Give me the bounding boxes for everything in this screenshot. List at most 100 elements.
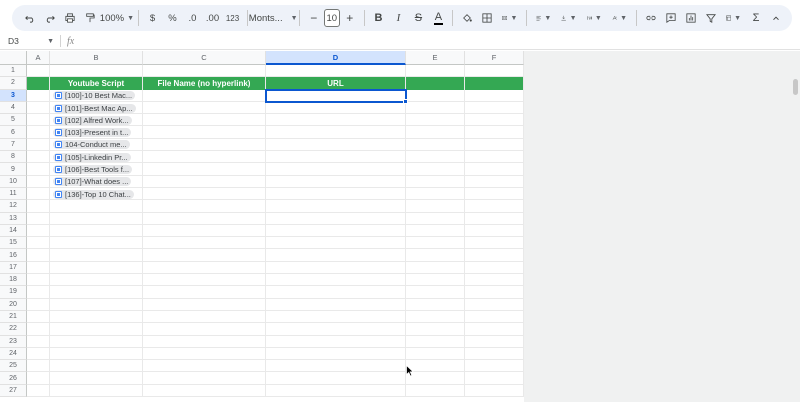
cell[interactable] [27, 138, 50, 152]
cell[interactable] [406, 384, 465, 398]
row-header[interactable]: 10 [0, 175, 27, 188]
cell[interactable] [266, 347, 406, 361]
cell[interactable] [406, 114, 465, 127]
cell[interactable] [465, 323, 524, 336]
cell[interactable] [50, 298, 143, 311]
row-header[interactable]: 8 [0, 151, 27, 164]
cell[interactable] [50, 261, 143, 275]
merge-cells-icon[interactable]: ▼ [499, 8, 520, 28]
cell[interactable] [406, 212, 465, 225]
cell[interactable] [266, 360, 406, 373]
cell[interactable] [143, 323, 266, 336]
borders-icon[interactable] [479, 8, 495, 28]
cell[interactable] [465, 286, 524, 299]
cell[interactable] [406, 151, 465, 164]
cell[interactable] [266, 310, 406, 324]
cell[interactable] [143, 335, 266, 348]
cell[interactable] [465, 347, 524, 361]
cell[interactable] [406, 372, 465, 385]
cell[interactable] [143, 65, 266, 78]
cell[interactable] [27, 249, 50, 262]
cell[interactable] [465, 360, 524, 373]
cell[interactable]: [100]-10 Best Mac... [50, 89, 143, 102]
cell[interactable] [27, 101, 50, 115]
cell[interactable] [465, 384, 524, 398]
cell[interactable] [266, 175, 406, 188]
horizontal-align-icon[interactable]: ▼ [533, 8, 554, 28]
cell[interactable] [266, 298, 406, 311]
cell[interactable] [406, 224, 465, 238]
print-icon[interactable] [62, 8, 78, 28]
file-smart-chip[interactable]: [105]-Linkedin Pr... [53, 152, 131, 162]
cell[interactable] [50, 224, 143, 238]
cell[interactable] [27, 175, 50, 188]
cell[interactable] [465, 151, 524, 164]
strikethrough-button[interactable]: S [410, 8, 426, 28]
cell[interactable] [143, 384, 266, 398]
column-header-e[interactable]: E [406, 51, 465, 65]
column-header-d[interactable]: D [266, 51, 406, 65]
cell[interactable]: [105]-Linkedin Pr... [50, 151, 143, 164]
cell[interactable] [50, 323, 143, 336]
row-header[interactable]: 19 [0, 286, 27, 299]
cell[interactable] [406, 347, 465, 361]
bold-button[interactable]: B [370, 8, 386, 28]
cell[interactable] [143, 347, 266, 361]
cell[interactable] [266, 200, 406, 213]
redo-icon[interactable] [42, 8, 58, 28]
cell[interactable] [143, 372, 266, 385]
cell[interactable] [465, 89, 524, 102]
cell[interactable] [50, 212, 143, 225]
file-smart-chip[interactable]: [103]-Present in t... [53, 128, 132, 138]
cell[interactable] [143, 298, 266, 311]
cell[interactable] [406, 237, 465, 250]
row-header[interactable]: 6 [0, 126, 27, 139]
cell[interactable] [27, 65, 50, 78]
column-header-a[interactable]: A [27, 51, 50, 65]
cell[interactable] [143, 360, 266, 373]
cell[interactable]: [107]-What does ... [50, 175, 143, 188]
file-smart-chip[interactable]: [102] Alfred Work... [53, 115, 132, 125]
cell[interactable] [266, 261, 406, 275]
cell[interactable] [27, 286, 50, 299]
cell[interactable] [406, 126, 465, 139]
row-header[interactable]: 3 [0, 89, 27, 102]
cell[interactable] [465, 101, 524, 115]
filter-icon[interactable] [703, 8, 719, 28]
cell[interactable] [266, 163, 406, 176]
row-header[interactable]: 23 [0, 335, 27, 348]
cell[interactable]: 104-Conduct me... [50, 138, 143, 152]
header-cell[interactable]: Youtube Script [50, 77, 143, 90]
vertical-scrollbar[interactable] [790, 65, 800, 395]
cell[interactable] [465, 224, 524, 238]
cell[interactable] [50, 274, 143, 287]
cell[interactable]: [102] Alfred Work... [50, 114, 143, 127]
row-header[interactable]: 12 [0, 200, 27, 213]
undo-icon[interactable] [22, 8, 38, 28]
row-header[interactable]: 15 [0, 237, 27, 250]
cell[interactable]: [136]-Top 10 Chat... [50, 187, 143, 201]
row-header[interactable]: 25 [0, 360, 27, 373]
cell[interactable] [266, 286, 406, 299]
name-box[interactable]: D3 ▼ [0, 34, 58, 49]
cell[interactable] [266, 101, 406, 115]
link-icon[interactable] [643, 8, 659, 28]
row-header[interactable]: 9 [0, 163, 27, 176]
chart-icon[interactable] [683, 8, 699, 28]
cell[interactable] [143, 163, 266, 176]
file-smart-chip[interactable]: [136]-Top 10 Chat... [53, 189, 134, 199]
cell[interactable] [27, 114, 50, 127]
cell[interactable] [465, 310, 524, 324]
text-color-button[interactable]: A [430, 8, 446, 28]
cell[interactable]: [106]-Best Tools f... [50, 163, 143, 176]
cell[interactable] [27, 163, 50, 176]
cell[interactable] [406, 310, 465, 324]
cell[interactable] [143, 274, 266, 287]
row-header[interactable]: 22 [0, 323, 27, 336]
file-smart-chip[interactable]: [107]-What does ... [53, 177, 132, 187]
cell[interactable] [143, 237, 266, 250]
cell[interactable] [50, 310, 143, 324]
header-cell[interactable]: URL [266, 77, 406, 90]
select-all-corner[interactable] [0, 51, 27, 65]
cell[interactable] [143, 187, 266, 201]
